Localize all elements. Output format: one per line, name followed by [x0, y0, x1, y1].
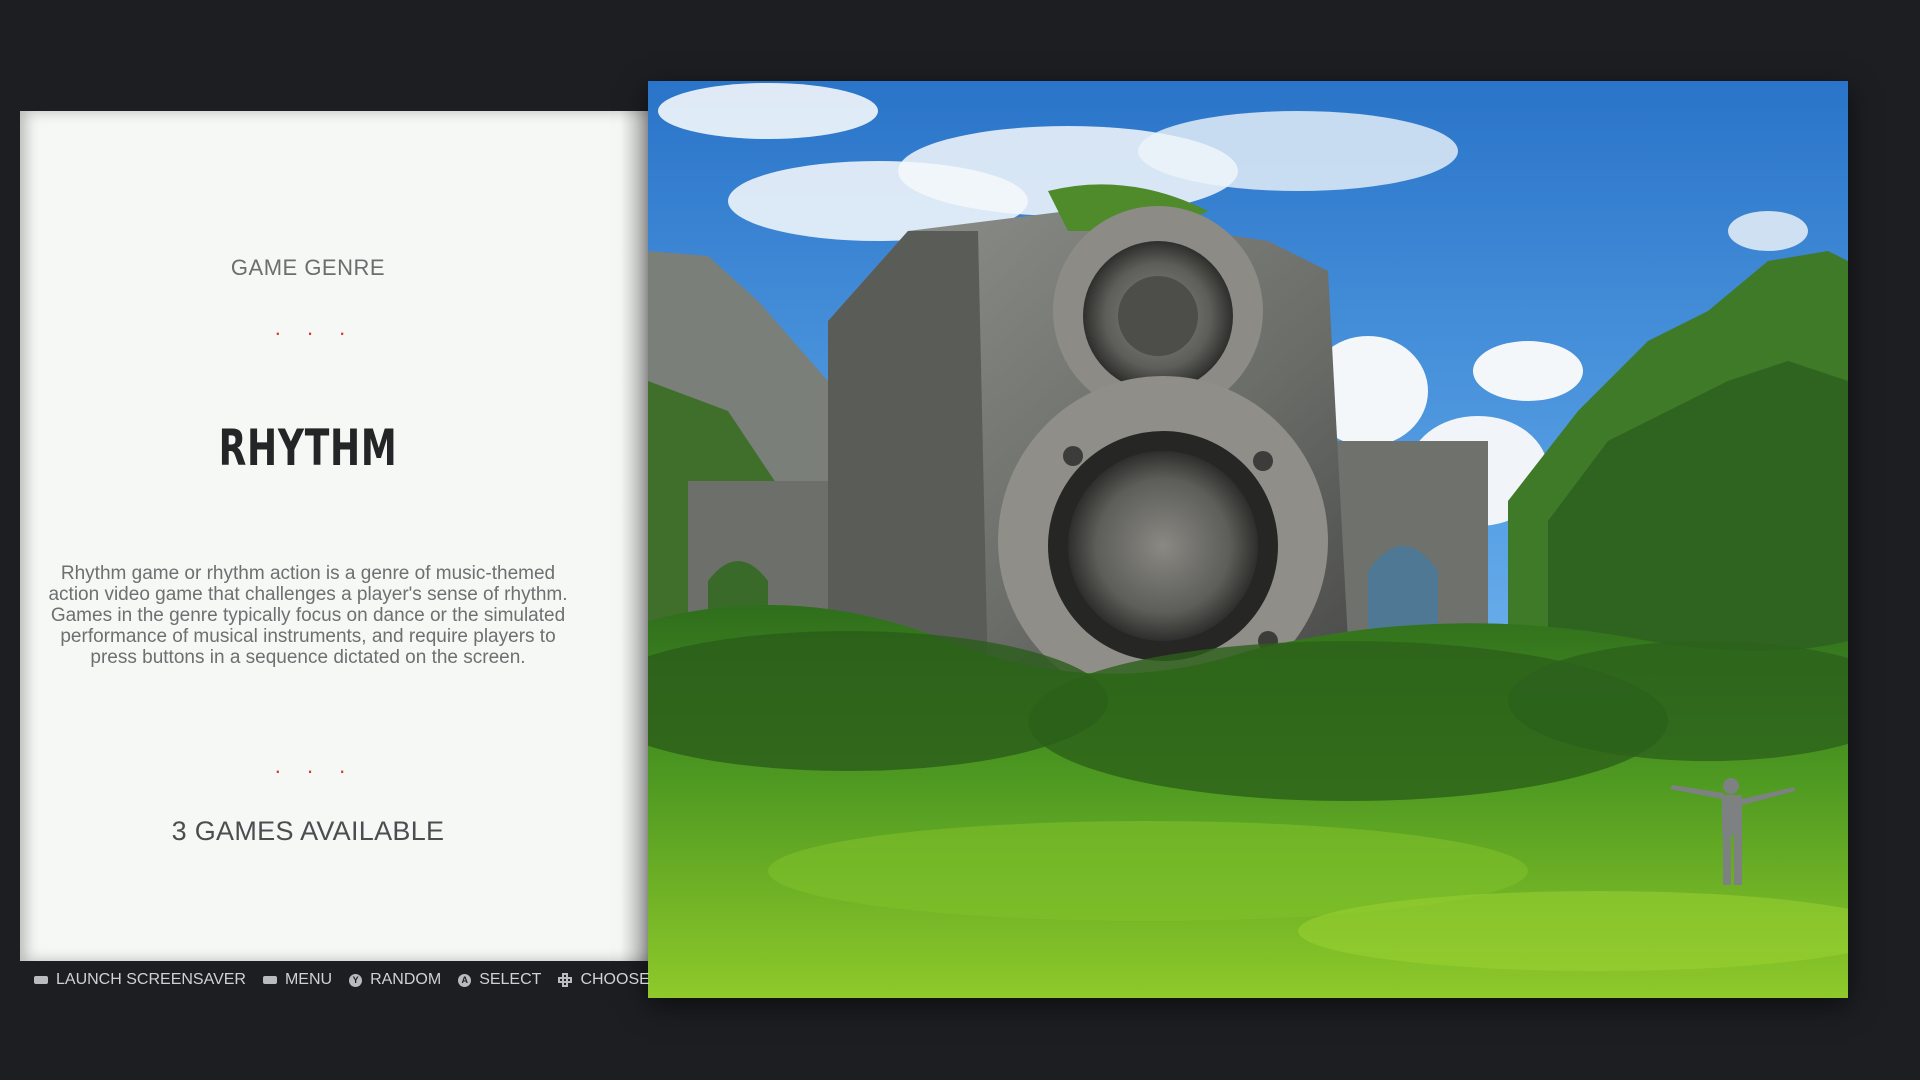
games-available-count: 3 GAMES AVAILABLE — [171, 816, 445, 846]
bottom-separator-dots: . . . — [274, 753, 356, 778]
help-launch-screensaver[interactable]: LAUNCH SCREENSAVER — [34, 971, 246, 989]
start-button-icon — [262, 973, 277, 987]
help-select[interactable]: A SELECT — [458, 971, 541, 989]
dpad-icon — [558, 973, 573, 987]
genre-title: RHYTHM — [218, 419, 398, 477]
help-label: RANDOM — [370, 971, 442, 988]
help-label: SELECT — [479, 971, 542, 988]
help-label: CHOOSE — [580, 971, 650, 988]
genre-artwork — [648, 81, 1848, 998]
system-view: GAME GENRE . . . RHYTHM Rhythm game or r… — [0, 0, 1920, 1080]
help-random[interactable]: Y RANDOM — [349, 971, 441, 989]
help-menu[interactable]: MENU — [262, 971, 333, 989]
help-label: LAUNCH SCREENSAVER — [56, 971, 246, 988]
rhythm-artwork-image — [648, 81, 1848, 998]
y-button-icon: Y — [349, 973, 363, 987]
top-separator-dots: . . . — [274, 315, 356, 340]
select-button-icon — [34, 973, 48, 987]
help-choose[interactable]: CHOOSE — [558, 971, 650, 989]
help-label: MENU — [284, 971, 333, 988]
genre-info-panel: GAME GENRE . . . RHYTHM Rhythm game or r… — [20, 111, 648, 961]
genre-label: GAME GENRE — [230, 255, 386, 280]
help-bar: LAUNCH SCREENSAVER MENU Y RANDOM A SELEC… — [34, 969, 650, 991]
a-button-icon: A — [458, 973, 472, 987]
genre-description: Rhythm game or rhythm action is a genre … — [48, 563, 568, 668]
